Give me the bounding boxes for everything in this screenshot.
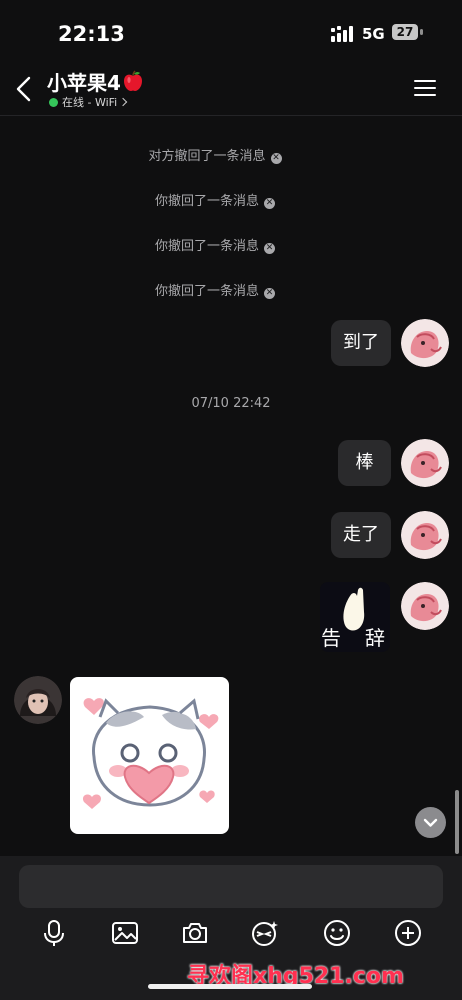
mic-icon[interactable] [39, 918, 69, 948]
my-avatar[interactable] [401, 319, 449, 367]
chat-title[interactable]: 小苹果4 [47, 70, 144, 95]
online-dot-icon [49, 98, 58, 107]
scrollbar[interactable] [455, 790, 459, 854]
sticker-farewell[interactable]: 告 辞 [320, 582, 390, 652]
chat-area[interactable]: 对方撤回了一条消息 ✕ 你撤回了一条消息 ✕ 你撤回了一条消息 ✕ 你撤回了一条消息 ✕… [0, 115, 462, 855]
composer: 寻欢阁xhg521.com [0, 856, 462, 1000]
system-message: 你撤回了一条消息 ✕ [154, 284, 275, 299]
camera-icon[interactable] [180, 918, 210, 948]
system-message: 你撤回了一条消息 ✕ [154, 239, 275, 254]
cat-heart-sticker-icon [82, 698, 219, 809]
sticker-text-left: 告 [321, 626, 341, 650]
sticker-icon[interactable] [250, 918, 280, 948]
emoji-icon[interactable] [322, 918, 352, 948]
battery-icon: 27 [392, 24, 424, 42]
message-bubble-sent[interactable]: 到了 [331, 320, 391, 366]
contact-name: 小苹果4 [47, 71, 121, 95]
chat-header: 小苹果4 在线 - WiFi [0, 70, 462, 116]
signal-icon [331, 26, 353, 42]
chevron-right-icon [119, 97, 128, 107]
scroll-down-icon [423, 818, 438, 827]
image-icon[interactable] [110, 918, 140, 948]
status-bar: 22:13 5G 27 [0, 0, 462, 70]
scroll-down-button[interactable] [415, 807, 446, 838]
recall-close-icon[interactable]: ✕ [264, 288, 275, 299]
presence-status[interactable]: 在线 - WiFi [49, 94, 128, 110]
plus-icon[interactable] [393, 918, 423, 948]
my-avatar[interactable] [401, 439, 449, 487]
system-message: 对方撤回了一条消息 ✕ [148, 149, 282, 164]
battery-level: 27 [392, 24, 418, 40]
sticker-cat-heart[interactable] [70, 677, 229, 834]
my-avatar[interactable] [401, 511, 449, 559]
home-indicator[interactable] [148, 984, 312, 989]
message-timestamp: 07/10 22:42 [191, 396, 271, 411]
menu-icon[interactable] [414, 80, 436, 98]
status-time: 22:13 [58, 22, 125, 46]
recall-close-icon[interactable]: ✕ [270, 153, 282, 164]
back-icon[interactable] [14, 75, 34, 103]
message-bubble-sent[interactable]: 棒 [338, 440, 391, 486]
my-avatar[interactable] [401, 582, 449, 630]
message-bubble-sent[interactable]: 走了 [331, 512, 391, 558]
presence-text: 在线 - WiFi [62, 96, 118, 109]
contact-avatar[interactable] [14, 676, 62, 724]
apple-emoji-icon [123, 70, 142, 91]
message-input[interactable] [19, 865, 443, 908]
recall-close-icon[interactable]: ✕ [264, 243, 275, 254]
sticker-text-right: 辞 [365, 626, 385, 650]
recall-close-icon[interactable]: ✕ [264, 198, 275, 209]
system-message: 你撤回了一条消息 ✕ [154, 194, 275, 209]
network-type: 5G [362, 25, 385, 43]
